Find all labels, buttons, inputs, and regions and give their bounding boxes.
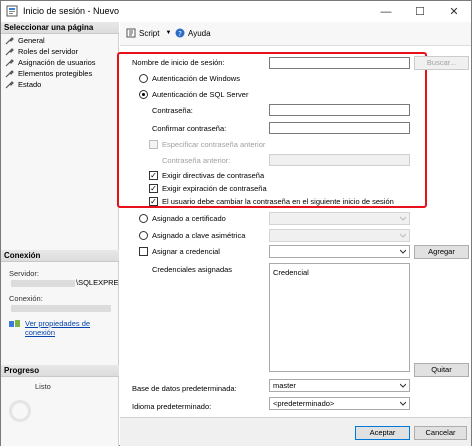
- sidebar-item-general[interactable]: General: [5, 35, 45, 46]
- toolbar: Script ▼ ? Ayuda: [120, 22, 471, 46]
- sidebar-item-label: General: [18, 36, 45, 45]
- connection-header: Conexión: [1, 250, 119, 262]
- login-dialog: Inicio de sesión - Nuevo — ☐ ✕ Seleccion…: [0, 0, 472, 446]
- maximize-icon: ☐: [415, 6, 425, 18]
- close-icon: ✕: [449, 6, 459, 18]
- wrench-icon: [5, 48, 14, 56]
- credential-column-header: Credencial: [273, 268, 309, 277]
- maximize-button[interactable]: ☐: [403, 1, 437, 22]
- chevron-down-icon: [400, 233, 406, 238]
- default-db-value: master: [273, 381, 296, 390]
- chevron-down-icon: [400, 216, 406, 221]
- certificate-select[interactable]: [269, 212, 410, 225]
- login-name-label: Nombre de inicio de sesión:: [132, 58, 225, 67]
- script-label: Script: [139, 28, 160, 38]
- old-password-input[interactable]: [269, 154, 410, 166]
- default-db-select[interactable]: master: [269, 379, 410, 392]
- map-credential-checkbox[interactable]: [139, 247, 148, 256]
- mapped-credentials-label: Credenciales asignadas: [152, 265, 233, 274]
- must-change-label: El usuario debe cambiar la contraseña en…: [162, 197, 394, 206]
- credential-select[interactable]: [269, 245, 410, 258]
- mapped-certificate-radio[interactable]: [139, 214, 148, 223]
- wrench-icon: [5, 70, 14, 78]
- confirm-password-input[interactable]: [269, 122, 410, 134]
- default-lang-select[interactable]: <predeterminado>: [269, 397, 410, 410]
- asymmetric-key-select[interactable]: [269, 229, 410, 242]
- cancel-button[interactable]: Cancelar: [414, 426, 467, 440]
- mapped-asymmetric-radio[interactable]: [139, 231, 148, 240]
- connection-properties-icon: [9, 320, 20, 327]
- specify-old-password-label: Especificar contraseña anterior: [162, 140, 266, 149]
- progress-header: Progreso: [1, 365, 119, 377]
- progress-spinner-icon: [9, 400, 31, 422]
- help-icon: ?: [175, 28, 185, 38]
- button-bar: Aceptar Cancelar: [120, 417, 471, 446]
- login-name-input[interactable]: [269, 57, 410, 69]
- sidebar-item-label: Estado: [18, 80, 42, 89]
- remove-button[interactable]: Quitar: [414, 363, 469, 377]
- default-db-label: Base de datos predeterminada:: [132, 384, 237, 393]
- ok-button[interactable]: Aceptar: [355, 426, 410, 440]
- progress-status: Listo: [35, 382, 51, 391]
- select-page-header: Seleccionar una página: [1, 22, 119, 34]
- help-button[interactable]: ? Ayuda: [175, 28, 211, 38]
- sidebar-item-status[interactable]: Estado: [5, 79, 41, 90]
- sidebar-item-securables[interactable]: Elementos protegibles: [5, 68, 92, 79]
- wrench-icon: [5, 81, 14, 89]
- minimize-button[interactable]: —: [369, 1, 403, 22]
- minimize-icon: —: [380, 5, 392, 18]
- close-button[interactable]: ✕: [437, 1, 471, 22]
- default-lang-value: <predeterminado>: [273, 399, 335, 408]
- script-button[interactable]: Script ▼: [126, 28, 171, 38]
- sql-auth-radio[interactable]: [139, 90, 148, 99]
- confirm-password-label: Confirmar contraseña:: [152, 124, 227, 133]
- sidebar-item-label: Asignación de usuarios: [18, 58, 96, 67]
- default-lang-label: Idioma predeterminado:: [132, 402, 212, 411]
- wrench-icon: [5, 59, 14, 67]
- sidebar-item-label: Roles del servidor: [18, 47, 79, 56]
- connection-label: Conexión:: [9, 294, 43, 303]
- window-title: Inicio de sesión - Nuevo: [23, 6, 120, 16]
- redacted-server-name: [11, 280, 75, 287]
- redacted-connection-name: [11, 305, 111, 312]
- enforce-expiration-checkbox[interactable]: ✓: [149, 184, 158, 193]
- script-icon: [126, 28, 136, 38]
- windows-auth-radio[interactable]: [139, 74, 148, 83]
- help-label: Ayuda: [188, 28, 211, 38]
- old-password-label: Contraseña anterior:: [162, 156, 231, 165]
- enforce-policy-label: Exigir directivas de contraseña: [162, 171, 265, 180]
- left-pane: Seleccionar una página General Roles del…: [1, 22, 119, 446]
- app-icon: [6, 5, 18, 17]
- search-button[interactable]: Buscar...: [414, 56, 469, 70]
- chevron-down-icon: ▼: [165, 30, 172, 36]
- mapped-asymmetric-label: Asignado a clave asimétrica: [152, 231, 246, 240]
- mapped-certificate-label: Asignado a certificado: [152, 214, 226, 223]
- wrench-icon: [5, 37, 14, 45]
- sidebar-item-roles[interactable]: Roles del servidor: [5, 46, 78, 57]
- view-connection-properties-link[interactable]: Ver propiedades de conexión: [25, 319, 118, 337]
- sidebar-item-label: Elementos protegibles: [18, 69, 93, 78]
- server-label: Servidor:: [9, 269, 40, 278]
- chevron-down-icon: [400, 401, 406, 406]
- password-label: Contraseña:: [152, 106, 193, 115]
- enforce-expiration-label: Exigir expiración de contraseña: [162, 184, 267, 193]
- sidebar-item-user-mapping[interactable]: Asignación de usuarios: [5, 57, 96, 68]
- windows-auth-label: Autenticación de Windows: [152, 74, 240, 83]
- server-value: \SQLEXPRE: [76, 278, 119, 287]
- must-change-checkbox[interactable]: ✓: [149, 197, 158, 206]
- title-bar: Inicio de sesión - Nuevo — ☐ ✕: [1, 1, 471, 22]
- password-input[interactable]: [269, 104, 410, 116]
- svg-text:?: ?: [178, 30, 182, 38]
- map-credential-label: Asignar a credencial: [152, 247, 220, 256]
- add-button[interactable]: Agregar: [414, 245, 469, 259]
- chevron-down-icon: [400, 383, 406, 388]
- specify-old-password-checkbox[interactable]: [149, 140, 158, 149]
- mapped-credentials-list[interactable]: Credencial: [269, 263, 410, 372]
- sql-auth-label: Autenticación de SQL Server: [152, 90, 249, 99]
- enforce-policy-checkbox[interactable]: ✓: [149, 171, 158, 180]
- chevron-down-icon: [400, 249, 406, 254]
